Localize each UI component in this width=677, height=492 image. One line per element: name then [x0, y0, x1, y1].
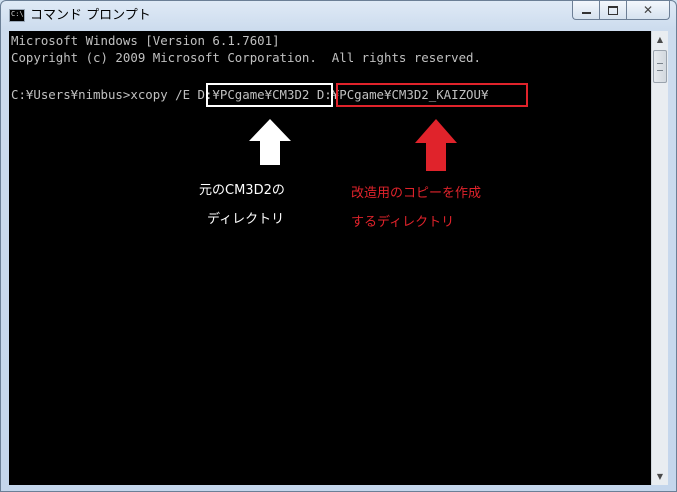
command-prompt-window: C:\ コマンド プロンプト ✕ Microsoft Windows [Vers…: [0, 0, 677, 492]
caption-buttons: ✕: [572, 1, 670, 21]
source-up-arrow-icon: [249, 119, 291, 165]
console-line-copyright: Copyright (c) 2009 Microsoft Corporation…: [11, 50, 481, 65]
destination-path-highlight-box: [336, 83, 528, 107]
scroll-up-arrow-icon: ▲: [656, 35, 664, 44]
close-button[interactable]: ✕: [626, 1, 670, 20]
maximize-button[interactable]: [599, 1, 626, 20]
cmd-app-icon-text: C:\: [11, 10, 24, 18]
maximize-icon: [608, 5, 618, 15]
console-line-version: Microsoft Windows [Version 6.1.7601]: [11, 33, 280, 48]
destination-label-line2: するディレクトリ: [351, 215, 455, 230]
source-label-line2: ディレクトリ: [207, 212, 285, 227]
scrollbar-thumb[interactable]: [653, 50, 667, 83]
window-title: コマンド プロンプト: [30, 8, 151, 23]
destination-label-line1: 改造用のコピーを作成: [351, 186, 482, 201]
source-path-highlight-box: [206, 83, 333, 107]
console-output[interactable]: Microsoft Windows [Version 6.1.7601] Cop…: [9, 31, 651, 485]
close-icon: ✕: [642, 3, 654, 17]
source-label-line1: 元のCM3D2の: [199, 183, 285, 198]
scroll-up-button[interactable]: ▲: [652, 31, 668, 48]
destination-up-arrow-icon: [415, 119, 457, 171]
scroll-down-arrow-icon: ▼: [656, 472, 664, 481]
scroll-down-button[interactable]: ▼: [652, 468, 668, 485]
minimize-icon: [581, 12, 591, 14]
title-bar[interactable]: C:\ コマンド プロンプト ✕: [1, 1, 676, 31]
vertical-scrollbar[interactable]: ▲ ▼: [651, 31, 668, 485]
minimize-button[interactable]: [572, 1, 599, 20]
cmd-app-icon[interactable]: C:\: [9, 9, 25, 22]
